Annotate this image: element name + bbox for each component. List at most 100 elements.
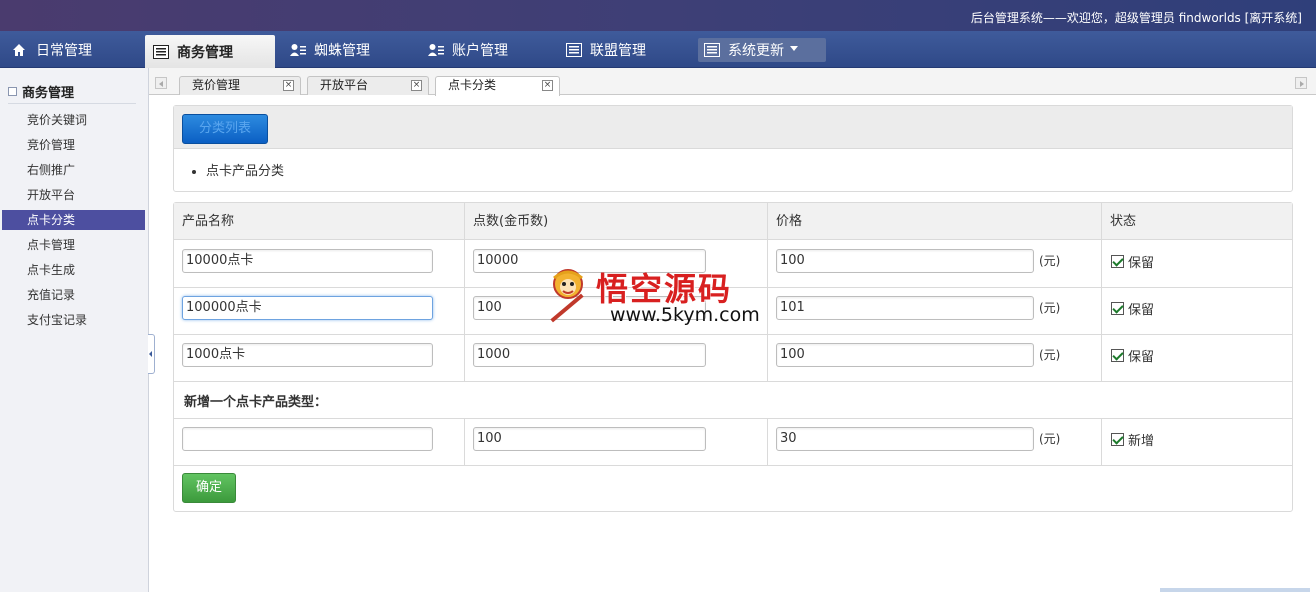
keep-checkbox[interactable]: 保留 xyxy=(1111,346,1154,365)
list-icon xyxy=(153,44,169,59)
product-name-input[interactable]: 10000点卡 xyxy=(182,249,433,273)
price-input[interactable]: 100 xyxy=(776,249,1034,273)
sidebar-item-open-platform[interactable]: 开放平台 xyxy=(2,185,145,205)
currency-unit: (元) xyxy=(1039,254,1061,268)
product-name-input[interactable]: 100000点卡 xyxy=(182,296,433,320)
chevron-down-icon xyxy=(790,45,798,51)
nav-item-daily[interactable]: 日常管理 xyxy=(0,31,135,68)
column-header-name: 产品名称 xyxy=(174,203,465,240)
monkey-logo-icon xyxy=(550,269,584,323)
tab-label: 开放平台 xyxy=(320,78,369,92)
confirm-button[interactable]: 确定 xyxy=(182,473,236,503)
close-icon[interactable]: × xyxy=(411,80,422,91)
add-checkbox[interactable]: 新增 xyxy=(1111,430,1154,449)
sidebar-item-bid-keywords[interactable]: 竞价关键词 xyxy=(2,110,145,130)
divider xyxy=(1101,203,1102,381)
add-section-title: 新增一个点卡产品类型： xyxy=(184,395,328,410)
column-header-price: 价格 xyxy=(768,203,1102,240)
checkbox-checked-icon xyxy=(1111,302,1124,315)
sidebar-item-card-management[interactable]: 点卡管理 xyxy=(2,235,145,255)
sidebar-collapse-handle[interactable] xyxy=(148,334,155,374)
nav-item-alliance[interactable]: 联盟管理 xyxy=(566,31,686,68)
divider xyxy=(464,418,465,465)
currency-unit: (元) xyxy=(1039,348,1061,362)
keep-checkbox[interactable]: 保留 xyxy=(1111,252,1154,271)
panel-header: 分类列表 xyxy=(174,106,1292,149)
card-product-table: 产品名称 点数(金币数) 价格 状态 10000点卡 10000 100 (元)… xyxy=(173,202,1293,512)
divider xyxy=(1101,418,1102,465)
divider xyxy=(8,103,136,104)
divider xyxy=(174,465,1292,466)
sidebar-item-alipay-records[interactable]: 支付宝记录 xyxy=(2,310,145,330)
sidebar: 商务管理 竞价关键词 竞价管理 右侧推广 开放平台 点卡分类 点卡管理 点卡生成… xyxy=(0,68,149,592)
checkbox-label: 保留 xyxy=(1128,303,1155,318)
tab-open-platform[interactable]: 开放平台 × xyxy=(307,76,429,95)
chevron-right-icon xyxy=(1300,81,1304,87)
status-strip xyxy=(1160,588,1310,592)
watermark: 悟空源码 www.5kym.com xyxy=(544,262,784,332)
sidebar-item-bid-management[interactable]: 竞价管理 xyxy=(2,135,145,155)
divider xyxy=(464,203,465,381)
user-list-icon xyxy=(428,43,444,57)
tab-label: 竞价管理 xyxy=(192,78,241,92)
checkbox-checked-icon xyxy=(1111,433,1124,446)
divider xyxy=(174,381,1292,382)
nav-item-spider[interactable]: 蜘蛛管理 xyxy=(290,31,410,68)
nav-item-system-update[interactable]: 系统更新 xyxy=(698,38,826,62)
nav-item-label: 联盟管理 xyxy=(590,42,646,59)
price-input[interactable]: 101 xyxy=(776,296,1034,320)
category-list-panel: 分类列表 点卡产品分类 xyxy=(173,105,1293,192)
tab-strip: 竞价管理 × 开放平台 × 点卡分类 × xyxy=(149,68,1316,96)
tab-card-category[interactable]: 点卡分类 × xyxy=(435,76,560,96)
nav-item-label: 账户管理 xyxy=(452,42,508,59)
column-header-points: 点数(金币数) xyxy=(465,203,768,240)
currency-unit: (元) xyxy=(1039,432,1061,446)
list-item: 点卡产品分类 xyxy=(206,160,284,179)
tab-scroll-right-button[interactable] xyxy=(1295,77,1307,89)
product-name-input[interactable]: 1000点卡 xyxy=(182,343,433,367)
nav-item-label: 蜘蛛管理 xyxy=(314,42,370,59)
points-input[interactable]: 1000 xyxy=(473,343,706,367)
tab-label: 点卡分类 xyxy=(448,78,497,92)
nav-item-account[interactable]: 账户管理 xyxy=(428,31,548,68)
sidebar-item-right-promotion[interactable]: 右侧推广 xyxy=(2,160,145,180)
nav-item-label: 系统更新 xyxy=(728,43,784,59)
nav-item-business[interactable]: 商务管理 xyxy=(145,35,275,68)
bullet-list: 点卡产品分类 xyxy=(206,160,284,179)
new-price-input[interactable]: 30 xyxy=(776,427,1034,451)
top-bar: 后台管理系统——欢迎您，超级管理员 findworlds [离开系统] xyxy=(0,0,1316,31)
tab-bid-management[interactable]: 竞价管理 × xyxy=(179,76,301,95)
divider xyxy=(174,418,1292,419)
nav-item-label: 商务管理 xyxy=(177,44,233,61)
chevron-left-icon xyxy=(149,351,152,357)
close-icon[interactable]: × xyxy=(542,80,553,91)
category-list-button[interactable]: 分类列表 xyxy=(182,114,268,144)
welcome-text: 后台管理系统——欢迎您，超级管理员 findworlds [离开系统] xyxy=(970,11,1302,25)
sidebar-item-card-category[interactable]: 点卡分类 xyxy=(2,210,145,230)
close-icon[interactable]: × xyxy=(283,80,294,91)
new-points-input[interactable]: 100 xyxy=(473,427,706,451)
sidebar-item-card-generate[interactable]: 点卡生成 xyxy=(2,260,145,280)
column-header-status: 状态 xyxy=(1102,203,1292,240)
divider xyxy=(174,334,1292,335)
price-input[interactable]: 100 xyxy=(776,343,1034,367)
new-product-name-input[interactable] xyxy=(182,427,433,451)
divider xyxy=(767,418,768,465)
nav-item-label: 日常管理 xyxy=(36,42,92,59)
main-nav: 日常管理 商务管理 蜘蛛管理 账户管理 联盟管理 系统更新 xyxy=(0,31,1316,68)
currency-unit: (元) xyxy=(1039,301,1061,315)
home-icon xyxy=(12,43,28,57)
user-list-icon xyxy=(290,43,306,57)
checkbox-label: 保留 xyxy=(1128,256,1155,271)
watermark-url: www.5kym.com xyxy=(610,304,760,326)
checkbox-checked-icon xyxy=(1111,255,1124,268)
collapse-box-icon xyxy=(8,87,17,96)
checkbox-label: 新增 xyxy=(1128,434,1155,449)
list-icon xyxy=(704,43,720,57)
keep-checkbox[interactable]: 保留 xyxy=(1111,299,1154,318)
sidebar-title-label: 商务管理 xyxy=(22,86,75,101)
sidebar-title[interactable]: 商务管理 xyxy=(8,82,74,101)
sidebar-item-recharge-records[interactable]: 充值记录 xyxy=(2,285,145,305)
checkbox-checked-icon xyxy=(1111,349,1124,362)
tab-scroll-left-button[interactable] xyxy=(155,77,167,89)
